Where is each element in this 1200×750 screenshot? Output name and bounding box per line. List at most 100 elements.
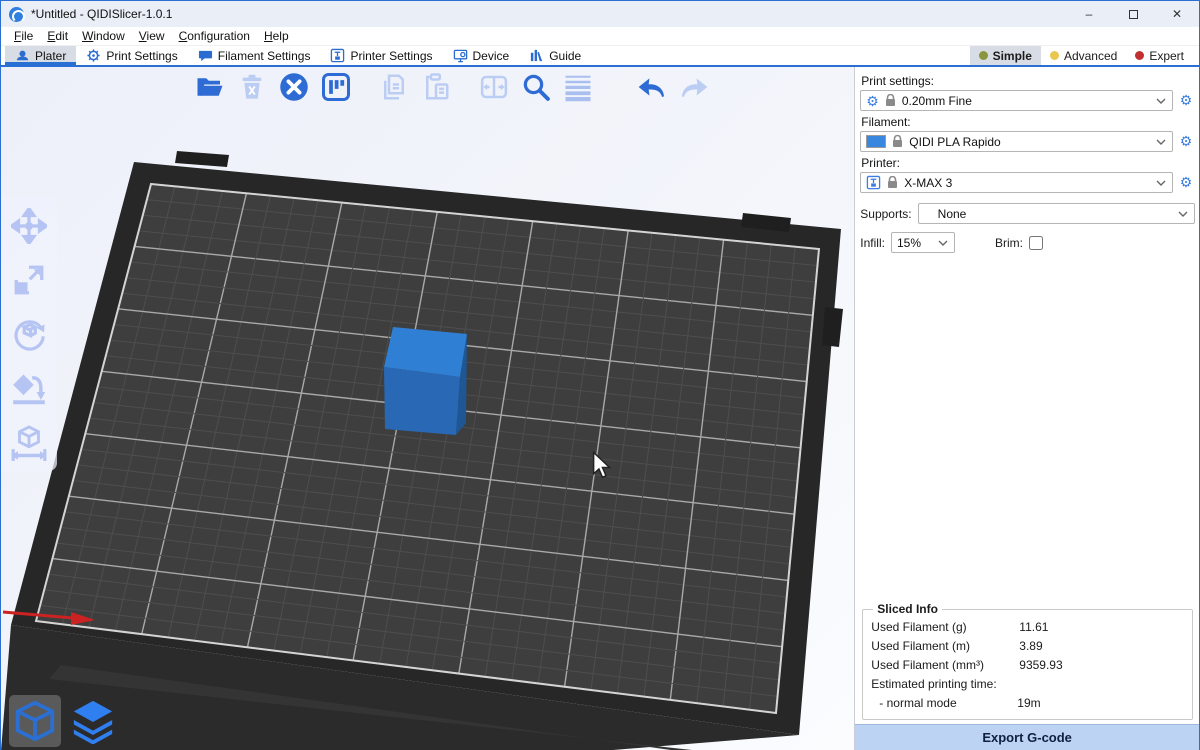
filament-edit-button[interactable]: ⚙ bbox=[1177, 134, 1195, 149]
measure-tool-button[interactable] bbox=[10, 423, 48, 461]
chevron-down-icon bbox=[1178, 211, 1188, 217]
scale-icon bbox=[11, 262, 47, 298]
chevron-down-icon bbox=[1156, 139, 1166, 145]
redo-button[interactable] bbox=[678, 71, 710, 103]
menu-window[interactable]: Window bbox=[75, 28, 132, 44]
place-on-face-tool-button[interactable] bbox=[10, 369, 48, 407]
split-objects-button[interactable] bbox=[478, 71, 510, 103]
lock-icon bbox=[892, 135, 903, 148]
export-gcode-button[interactable]: Export G-code bbox=[855, 724, 1199, 750]
printer-edit-button[interactable]: ⚙ bbox=[1177, 175, 1195, 190]
3d-editor-cube-icon bbox=[12, 698, 58, 744]
move-tool-button[interactable] bbox=[10, 207, 48, 245]
simple-mode-dot-icon bbox=[979, 51, 988, 60]
menu-file[interactable]: File bbox=[7, 28, 40, 44]
device-monitor-icon bbox=[453, 48, 468, 63]
tab-label: Device bbox=[473, 49, 510, 63]
undo-button[interactable] bbox=[636, 71, 668, 103]
open-folder-button[interactable] bbox=[194, 71, 226, 103]
measure-icon bbox=[10, 423, 48, 461]
tab-printer-settings[interactable]: Printer Settings bbox=[320, 46, 442, 65]
delete-all-button[interactable] bbox=[278, 71, 310, 103]
maximize-icon bbox=[1129, 10, 1138, 19]
filament-label: Filament: bbox=[861, 115, 1195, 129]
maximize-button[interactable] bbox=[1111, 1, 1155, 27]
gear-icon: ⚙ bbox=[1180, 133, 1193, 149]
undo-icon bbox=[636, 71, 668, 103]
arrange-button[interactable] bbox=[320, 71, 352, 103]
mode-simple[interactable]: Simple bbox=[970, 46, 1041, 65]
settings-sidebar: Print settings: ⚙ 0.20mm Fine ⚙ Filament… bbox=[855, 67, 1199, 750]
print-settings-edit-button[interactable]: ⚙ bbox=[1177, 93, 1195, 108]
brim-label: Brim: bbox=[995, 236, 1023, 250]
redo-icon bbox=[678, 71, 710, 103]
mode-advanced[interactable]: Advanced bbox=[1041, 46, 1126, 65]
infill-select[interactable]: 15% bbox=[891, 232, 955, 253]
editor-view-button[interactable] bbox=[9, 695, 61, 747]
place-on-face-icon bbox=[10, 369, 48, 407]
mode-label: Simple bbox=[993, 49, 1032, 63]
lock-icon bbox=[887, 176, 898, 189]
tab-filament-settings[interactable]: Filament Settings bbox=[188, 46, 321, 65]
sliced-info-row: Used Filament (mm³) 9359.93 bbox=[869, 656, 1186, 675]
mode-expert[interactable]: Expert bbox=[1126, 46, 1193, 65]
tab-label: Plater bbox=[35, 49, 66, 63]
chevron-down-icon bbox=[1156, 98, 1166, 104]
menu-bar: File Edit Window View Configuration Help bbox=[1, 27, 1199, 46]
3d-viewport[interactable] bbox=[1, 67, 855, 750]
infill-value: 15% bbox=[897, 236, 932, 250]
gear-icon: ⚙ bbox=[1180, 174, 1193, 190]
tab-print-settings[interactable]: Print Settings bbox=[76, 46, 187, 65]
tab-guide[interactable]: Guide bbox=[519, 46, 591, 65]
mode-label: Expert bbox=[1149, 49, 1184, 63]
delete-all-icon bbox=[279, 72, 309, 102]
search-button[interactable] bbox=[520, 71, 552, 103]
sliced-info-panel: Sliced Info Used Filament (g) 11.61 Used… bbox=[862, 602, 1193, 720]
tab-label: Guide bbox=[549, 49, 581, 63]
sliced-info-row: Used Filament (m) 3.89 bbox=[869, 637, 1186, 656]
sliced-info-title: Sliced Info bbox=[873, 602, 942, 616]
open-folder-icon bbox=[195, 72, 225, 102]
print-bed-scene bbox=[1, 67, 855, 750]
printer-preset-icon bbox=[866, 175, 881, 190]
brim-checkbox[interactable] bbox=[1029, 236, 1043, 250]
filament-select[interactable]: QIDI PLA Rapido bbox=[860, 131, 1173, 152]
printer-select[interactable]: X-MAX 3 bbox=[860, 172, 1173, 193]
title-bar: *Untitled - QIDISlicer-1.0.1 – ✕ bbox=[1, 1, 1199, 27]
tab-device[interactable]: Device bbox=[443, 46, 520, 65]
menu-configuration[interactable]: Configuration bbox=[172, 28, 257, 44]
estimated-time-label-row: Estimated printing time: bbox=[869, 675, 1186, 694]
lock-icon bbox=[885, 94, 896, 107]
delete-button[interactable] bbox=[236, 71, 268, 103]
preview-view-button[interactable] bbox=[67, 695, 119, 747]
cube-model[interactable] bbox=[384, 327, 467, 435]
print-settings-select[interactable]: ⚙ 0.20mm Fine bbox=[860, 90, 1173, 111]
chevron-down-icon bbox=[1156, 180, 1166, 186]
close-button[interactable]: ✕ bbox=[1155, 1, 1199, 27]
qidislicer-window: *Untitled - QIDISlicer-1.0.1 – ✕ File Ed… bbox=[0, 0, 1200, 750]
bed-clip bbox=[175, 151, 229, 167]
tab-plater[interactable]: Plater bbox=[5, 46, 76, 65]
gizmo-toolbar bbox=[1, 197, 57, 471]
minimize-button[interactable]: – bbox=[1067, 1, 1111, 27]
paste-icon bbox=[421, 72, 451, 102]
menu-view[interactable]: View bbox=[132, 28, 172, 44]
menu-help[interactable]: Help bbox=[257, 28, 296, 44]
preset-gear-icon: ⚙ bbox=[866, 94, 879, 108]
search-icon bbox=[521, 72, 551, 102]
paste-button[interactable] bbox=[420, 71, 452, 103]
print-settings-label: Print settings: bbox=[861, 74, 1195, 88]
rotate-tool-button[interactable] bbox=[10, 315, 48, 353]
menu-edit[interactable]: Edit bbox=[40, 28, 75, 44]
expert-mode-dot-icon bbox=[1135, 51, 1144, 60]
rotate-icon bbox=[10, 315, 48, 353]
filament-color-swatch bbox=[866, 135, 886, 148]
scale-tool-button[interactable] bbox=[10, 261, 48, 299]
split-objects-icon bbox=[479, 72, 509, 102]
supports-value: None bbox=[924, 207, 1172, 221]
tab-label: Printer Settings bbox=[350, 49, 432, 63]
variable-layer-height-button[interactable] bbox=[562, 71, 594, 103]
copy-button[interactable] bbox=[378, 71, 410, 103]
arrange-icon bbox=[321, 72, 351, 102]
supports-select[interactable]: None bbox=[918, 203, 1195, 224]
